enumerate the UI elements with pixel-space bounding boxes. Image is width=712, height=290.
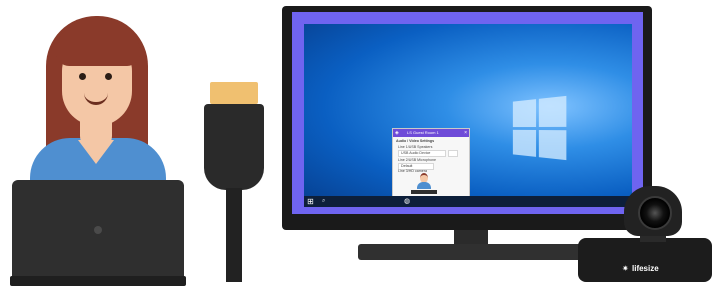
laptop-base bbox=[10, 276, 186, 286]
hair-fringe bbox=[56, 22, 140, 66]
avatar-body bbox=[417, 182, 431, 189]
start-button[interactable]: ⊞ bbox=[307, 197, 314, 206]
brand-logo-icon: ✷ bbox=[622, 264, 629, 273]
hdmi-cord bbox=[226, 188, 242, 282]
app-titlebar: ◈ LS Guest Room 1 × bbox=[393, 129, 469, 137]
section-heading: Audio / Video Settings bbox=[396, 139, 435, 143]
speakers-label: Line 1/USB Speakers bbox=[398, 145, 433, 149]
app-title: LS Guest Room 1 bbox=[407, 130, 439, 135]
search-icon[interactable]: ⌕ bbox=[322, 197, 325, 206]
app-window[interactable]: ◈ LS Guest Room 1 × Audio / Video Settin… bbox=[392, 128, 470, 200]
app-logo-icon: ◈ bbox=[395, 130, 399, 136]
windows-desktop: ◈ LS Guest Room 1 × Audio / Video Settin… bbox=[304, 24, 632, 207]
camera-base bbox=[578, 238, 712, 282]
monitor-stand-base bbox=[358, 244, 584, 260]
close-icon[interactable]: × bbox=[464, 129, 467, 137]
taskbar: ⊞ ⌕ ◍ bbox=[304, 196, 632, 207]
brand-label: lifesize bbox=[632, 264, 659, 273]
preview-laptop bbox=[411, 190, 437, 194]
right-eye bbox=[105, 73, 112, 80]
speakers-value: USB Audio Device bbox=[401, 151, 431, 155]
laptop-logo bbox=[94, 226, 102, 234]
camera-lens bbox=[638, 196, 672, 230]
camera-preview-avatar bbox=[417, 173, 431, 191]
taskbar-app-icon[interactable]: ◍ bbox=[404, 197, 410, 206]
hdmi-connector-body bbox=[204, 104, 264, 190]
hdmi-connector-tip bbox=[210, 82, 258, 104]
speakers-select[interactable]: USB Audio Device bbox=[398, 150, 446, 157]
microphone-label: Line 2/USB Microphone bbox=[398, 158, 436, 162]
monitor-screen: ◈ LS Guest Room 1 × Audio / Video Settin… bbox=[292, 12, 643, 214]
left-eye bbox=[79, 73, 86, 80]
speakers-test-button[interactable] bbox=[448, 150, 458, 157]
windows-logo-icon bbox=[512, 95, 567, 161]
